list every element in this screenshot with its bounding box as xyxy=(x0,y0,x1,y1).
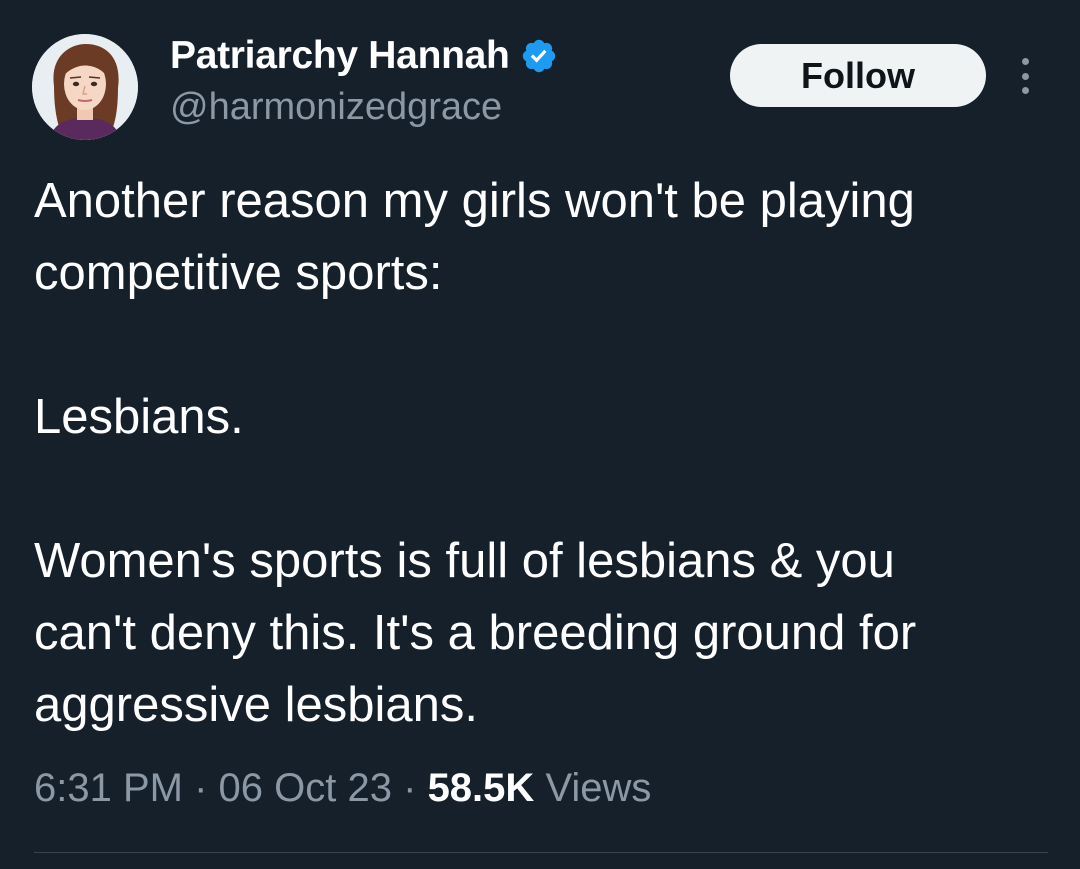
tweet-card: Patriarchy Hannah @harmonizedgrace Follo… xyxy=(0,0,1080,869)
tweet-text: Another reason my girls won't be playing… xyxy=(34,165,1064,741)
author-handle[interactable]: @harmonizedgrace xyxy=(170,86,502,129)
meta-separator: · xyxy=(403,766,417,810)
author-display-name[interactable]: Patriarchy Hannah xyxy=(170,34,510,78)
follow-button[interactable]: Follow xyxy=(730,44,986,107)
three-dots-vertical-icon[interactable] xyxy=(1008,52,1042,100)
tweet-paragraph: Women's sports is full of lesbians & you… xyxy=(34,534,917,732)
views-label: Views xyxy=(545,766,652,810)
cartoon-woman-avatar-icon xyxy=(32,34,138,140)
divider xyxy=(34,852,1048,853)
avatar[interactable] xyxy=(32,34,138,140)
verified-badge-icon[interactable] xyxy=(520,37,558,75)
tweet-paragraph xyxy=(34,453,1064,525)
tweet-paragraph: Another reason my girls won't be playing… xyxy=(34,174,915,300)
tweet-metadata: 6:31 PM · 06 Oct 23 · 58.5K Views xyxy=(34,766,651,811)
views-count: 58.5K xyxy=(427,766,535,810)
tweet-time[interactable]: 6:31 PM xyxy=(34,766,183,810)
meta-separator: · xyxy=(194,766,208,810)
tweet-paragraph: Lesbians. xyxy=(34,390,244,444)
tweet-date[interactable]: 06 Oct 23 xyxy=(219,766,392,810)
tweet-paragraph xyxy=(34,309,1064,381)
author-name-row: Patriarchy Hannah xyxy=(170,32,558,80)
